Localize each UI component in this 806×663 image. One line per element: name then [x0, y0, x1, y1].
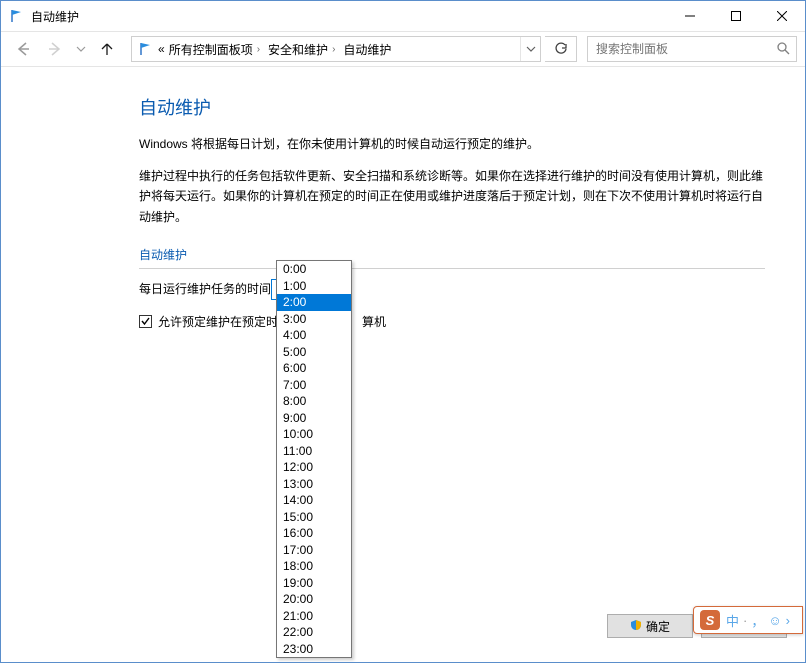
- wake-checkbox-label-tail: 算机: [362, 312, 386, 332]
- ime-mode[interactable]: 中: [726, 611, 739, 630]
- ok-button[interactable]: 确定: [607, 614, 693, 638]
- time-option[interactable]: 18:00: [277, 558, 351, 575]
- breadcrumb-item[interactable]: 自动维护: [343, 41, 391, 58]
- title-bar: 自动维护: [1, 1, 805, 31]
- wake-checkbox-row: 允许预定维护在预定时 算机: [139, 312, 765, 332]
- wake-checkbox[interactable]: [139, 315, 152, 328]
- time-option[interactable]: 7:00: [277, 377, 351, 394]
- search-input[interactable]: [594, 41, 764, 57]
- ok-button-label: 确定: [646, 618, 670, 635]
- time-option[interactable]: 0:00: [277, 261, 351, 278]
- time-option[interactable]: 2:00: [277, 294, 351, 311]
- minimize-button[interactable]: [667, 1, 713, 31]
- time-option[interactable]: 22:00: [277, 624, 351, 641]
- description-text: Windows 将根据每日计划，在你未使用计算机的时候自动运行预定的维护。: [139, 134, 765, 154]
- time-option[interactable]: 23:00: [277, 641, 351, 658]
- breadcrumb-item[interactable]: 所有控制面板项 ›: [169, 41, 264, 58]
- time-option[interactable]: 21:00: [277, 608, 351, 625]
- time-option[interactable]: 1:00: [277, 278, 351, 295]
- search-icon: [776, 41, 790, 58]
- flag-icon: [9, 8, 25, 24]
- time-option[interactable]: 5:00: [277, 344, 351, 361]
- up-button[interactable]: [93, 35, 121, 63]
- recent-dropdown-button[interactable]: [73, 35, 89, 63]
- breadcrumb-label: 安全和维护: [268, 41, 328, 58]
- chevron-right-icon: ›: [257, 44, 260, 55]
- forward-button[interactable]: [41, 35, 69, 63]
- refresh-button[interactable]: [545, 36, 577, 62]
- divider: [139, 268, 765, 269]
- ime-logo-icon: S: [700, 610, 720, 630]
- time-option[interactable]: 11:00: [277, 443, 351, 460]
- window-title: 自动维护: [31, 8, 79, 25]
- wake-checkbox-label: 允许预定维护在预定时: [158, 312, 278, 332]
- time-select-label: 每日运行维护任务的时间: [139, 279, 271, 299]
- time-option[interactable]: 20:00: [277, 591, 351, 608]
- content-area: 自动维护 Windows 将根据每日计划，在你未使用计算机的时候自动运行预定的维…: [1, 67, 805, 332]
- window-button-group: [667, 1, 805, 31]
- breadcrumb-item[interactable]: 安全和维护 ›: [268, 41, 339, 58]
- title-bar-left: 自动维护: [9, 8, 79, 25]
- address-bar[interactable]: « 所有控制面板项 › 安全和维护 › 自动维护: [131, 36, 541, 62]
- chevron-right-icon: ›: [332, 44, 335, 55]
- time-option[interactable]: 8:00: [277, 393, 351, 410]
- time-option[interactable]: 19:00: [277, 575, 351, 592]
- back-button[interactable]: [9, 35, 37, 63]
- navigation-bar: « 所有控制面板项 › 安全和维护 › 自动维护: [1, 31, 805, 67]
- page-heading: 自动维护: [139, 93, 765, 124]
- time-option[interactable]: 4:00: [277, 327, 351, 344]
- time-option[interactable]: 15:00: [277, 509, 351, 526]
- time-option[interactable]: 6:00: [277, 360, 351, 377]
- shield-icon: [630, 619, 642, 634]
- ime-punct[interactable]: ，: [751, 611, 764, 630]
- address-history-button[interactable]: [520, 37, 540, 61]
- time-option[interactable]: 12:00: [277, 459, 351, 476]
- description-text: 维护过程中执行的任务包括软件更新、安全扫描和系统诊断等。如果你在选择进行维护的时…: [139, 166, 765, 227]
- time-select-dropdown-list[interactable]: 0:001:002:003:004:005:006:007:008:009:00…: [276, 260, 352, 658]
- section-label: 自动维护: [139, 245, 765, 265]
- time-option[interactable]: 16:00: [277, 525, 351, 542]
- time-option[interactable]: 13:00: [277, 476, 351, 493]
- maximize-button[interactable]: [713, 1, 759, 31]
- time-option[interactable]: 9:00: [277, 410, 351, 427]
- smile-icon[interactable]: ☺: [768, 613, 781, 628]
- breadcrumb-label: 自动维护: [343, 41, 391, 58]
- ime-separator: ·: [743, 613, 747, 628]
- ime-toolbar[interactable]: S 中 · ， ☺ ›: [693, 606, 803, 634]
- ime-status: 中 · ， ☺ ›: [726, 611, 790, 630]
- flag-icon: [138, 41, 154, 57]
- close-button[interactable]: [759, 1, 805, 31]
- time-option[interactable]: 3:00: [277, 311, 351, 328]
- breadcrumb-prefix: «: [158, 42, 165, 56]
- search-box[interactable]: [587, 36, 797, 62]
- window-frame: 自动维护: [0, 0, 806, 663]
- time-select-row: 每日运行维护任务的时间 2:00: [139, 279, 765, 300]
- time-option[interactable]: 17:00: [277, 542, 351, 559]
- time-option[interactable]: 14:00: [277, 492, 351, 509]
- ime-more-icon[interactable]: ›: [786, 613, 790, 628]
- breadcrumb-label: 所有控制面板项: [169, 41, 253, 58]
- time-option[interactable]: 10:00: [277, 426, 351, 443]
